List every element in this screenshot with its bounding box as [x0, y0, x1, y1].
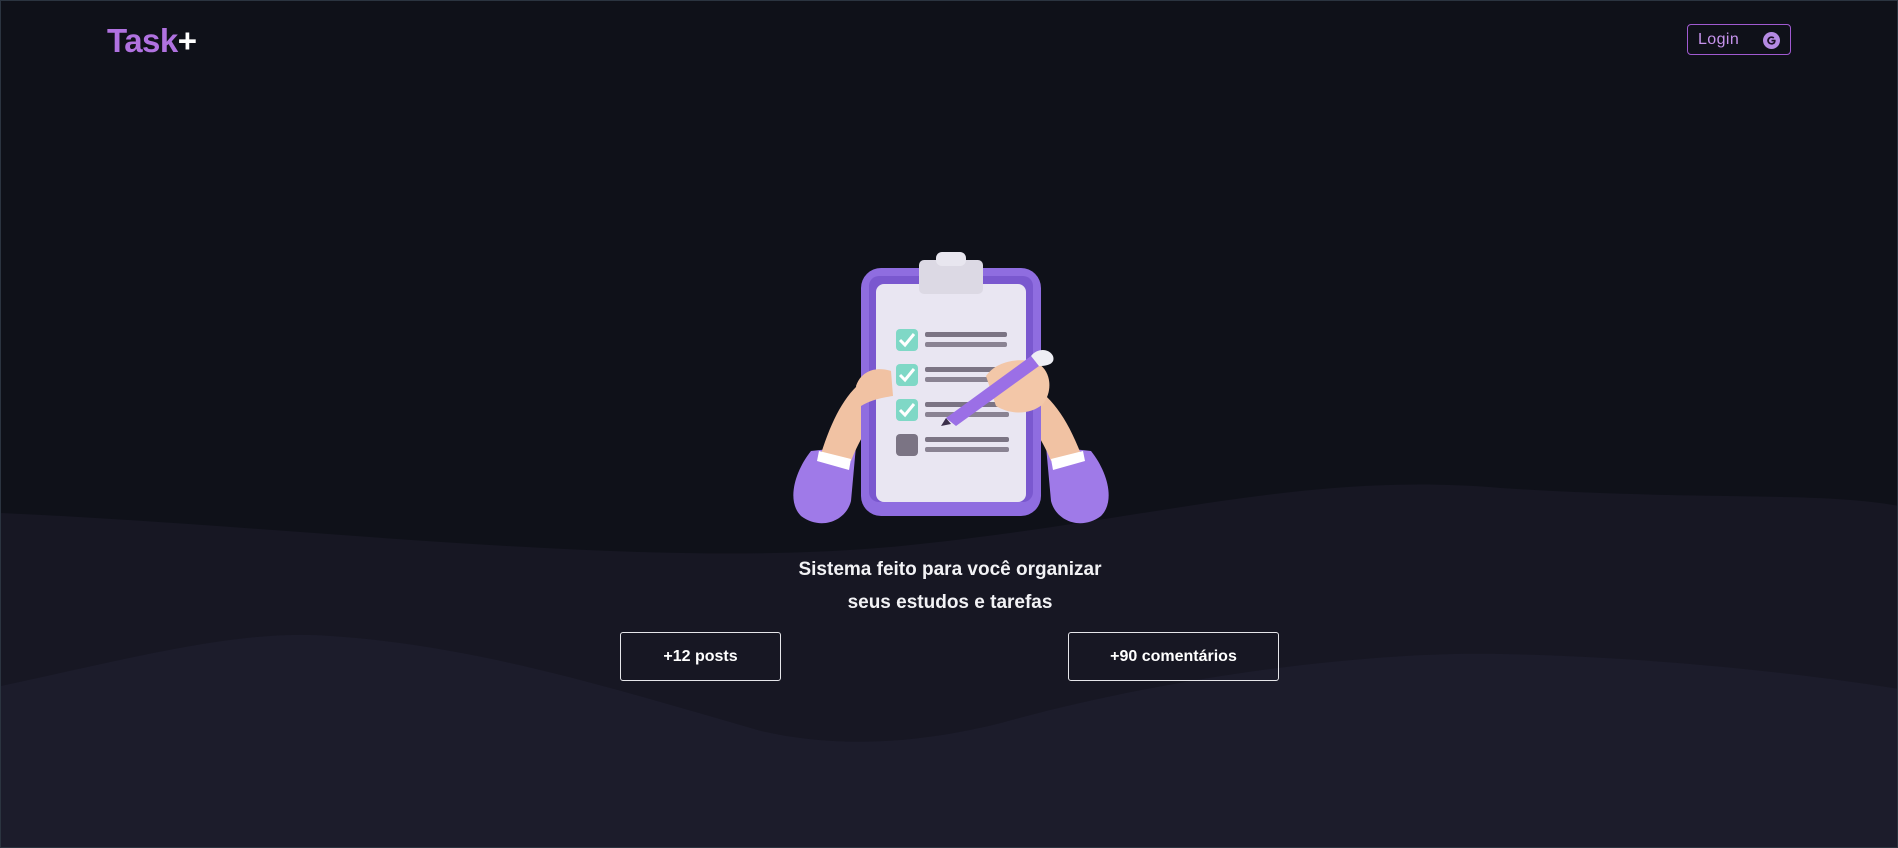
tagline-line-2: seus estudos e tarefas: [847, 592, 1053, 613]
top-header: Task+ Login: [1, 1, 1897, 81]
hero-tagline: Sistema feito para você organizar seus e…: [700, 553, 1200, 619]
logo-plus: +: [177, 22, 197, 59]
login-label: Login: [1698, 30, 1740, 48]
clipboard-checklist-illustration: [793, 252, 1109, 524]
google-icon: [1763, 32, 1780, 49]
posts-count-box: +12 posts: [620, 632, 781, 681]
tagline-line-1: Sistema feito para você organizar: [798, 559, 1102, 580]
login-button[interactable]: Login: [1687, 24, 1791, 55]
page-frame: Task+ Login Sistema feito para você orga…: [0, 0, 1898, 848]
logo[interactable]: Task+: [107, 21, 197, 61]
comments-count-box: +90 comentários: [1068, 632, 1279, 681]
logo-text: Task: [107, 22, 178, 59]
